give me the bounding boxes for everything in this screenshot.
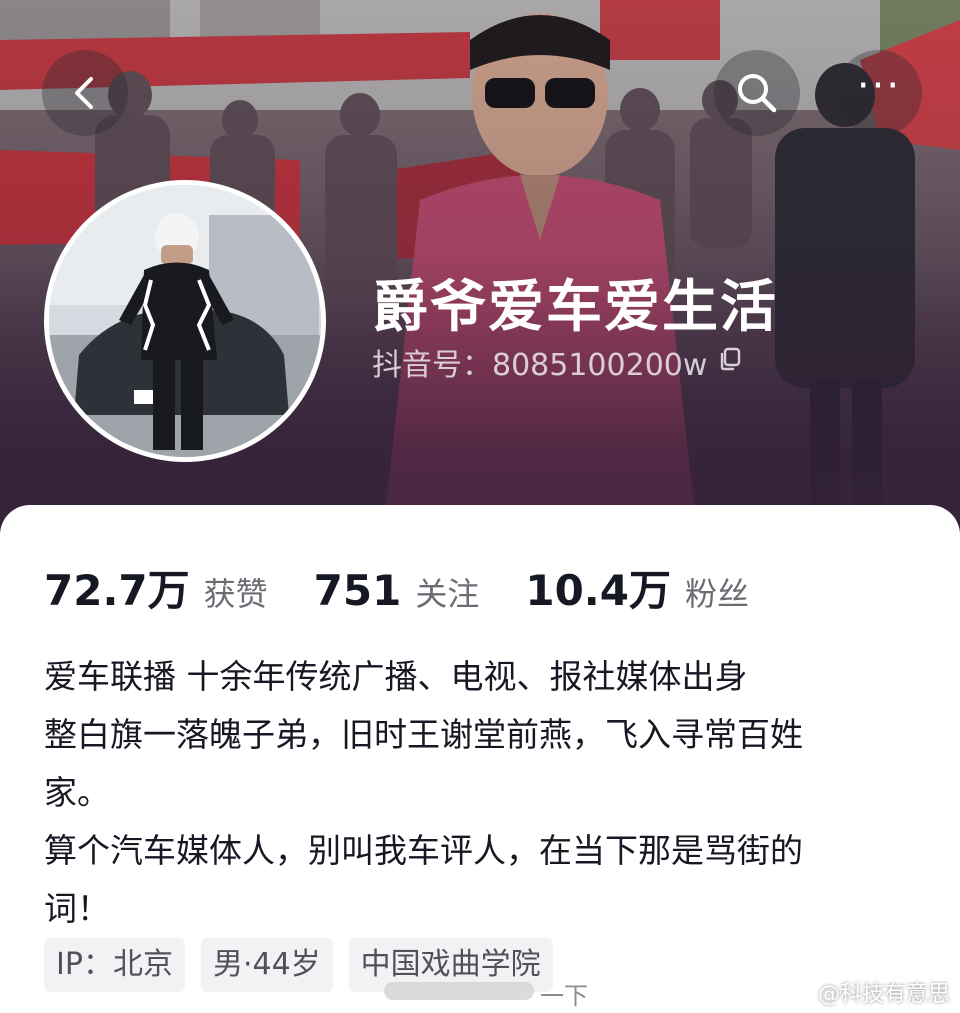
tag-ip-location: IP：北京 xyxy=(44,938,185,992)
stat-following[interactable]: 751 关注 xyxy=(314,566,480,615)
bio-line: 词！ xyxy=(44,889,110,928)
profile-nickname: 爵爷爱车爱生活 xyxy=(372,275,778,340)
weibo-logo-icon xyxy=(785,983,811,1002)
stat-following-value: 751 xyxy=(313,566,402,615)
blurred-overlay-bar xyxy=(384,982,534,1000)
bio-line: 整白旗一落魄子弟，旧时王谢堂前燕，飞入寻常百姓 xyxy=(44,715,803,754)
stat-following-label: 关注 xyxy=(415,575,480,613)
more-button[interactable]: ··· xyxy=(836,50,922,136)
search-icon xyxy=(738,74,777,113)
avatar-photo xyxy=(49,185,321,457)
chevron-left-icon xyxy=(75,77,93,109)
watermark-text: @科技有意思 xyxy=(817,982,950,1007)
stat-likes[interactable]: 72.7万 获赞 xyxy=(44,557,268,618)
search-button[interactable] xyxy=(714,50,800,136)
bio-line: 爱车联播 十余年传统广播、电视、报社媒体出身 xyxy=(44,657,748,696)
profile-stats: 72.7万 获赞 751 关注 10.4万 粉丝 xyxy=(44,557,795,618)
stat-likes-value: 72.7万 xyxy=(44,566,190,615)
stat-followers[interactable]: 10.4万 粉丝 xyxy=(525,557,749,618)
bio-line: 算个汽车媒体人，别叫我车评人，在当下那是骂街的 xyxy=(44,831,803,870)
avatar[interactable] xyxy=(44,180,326,462)
stat-followers-value: 10.4万 xyxy=(525,566,671,615)
more-horizontal-icon: ··· xyxy=(856,63,902,109)
back-button[interactable] xyxy=(42,50,128,136)
tag-gender-age: 男·44岁 xyxy=(200,938,333,992)
profile-screen: ··· 爵爷爱车爱生活 抖音号：8085100200w 72.7万 获赞 751… xyxy=(0,0,960,1013)
stat-followers-label: 粉丝 xyxy=(684,575,749,613)
partial-overlay-text: 一下 xyxy=(540,982,588,1010)
douyin-id-row[interactable]: 抖音号：8085100200w xyxy=(372,340,743,384)
stat-likes-label: 获赞 xyxy=(203,575,268,613)
douyin-id-text: 抖音号：8085100200w xyxy=(372,348,708,383)
bio-line: 家。 xyxy=(44,773,110,812)
profile-bio: 爱车联播 十余年传统广播、电视、报社媒体出身 整白旗一落魄子弟，旧时王谢堂前燕，… xyxy=(44,648,924,938)
avatar-illustration xyxy=(49,185,321,457)
weibo-watermark: @科技有意思 xyxy=(785,976,950,1008)
copy-icon[interactable] xyxy=(717,345,743,380)
